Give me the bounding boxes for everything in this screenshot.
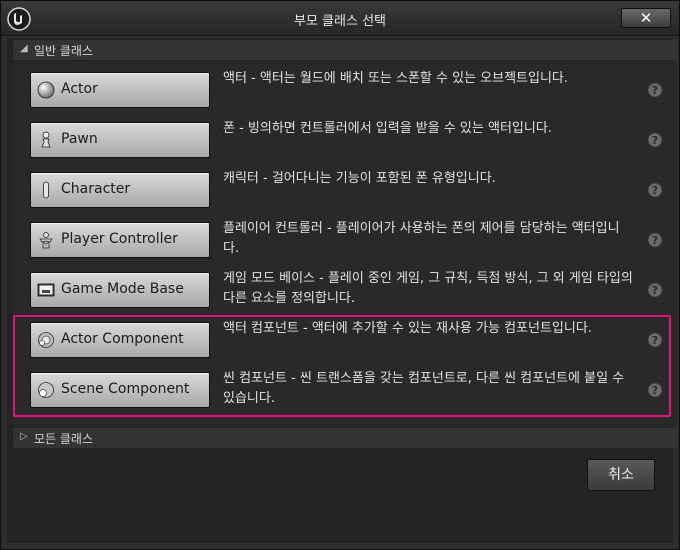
class-row-game-mode-base: Game Mode Base 게임 모드 베이스 - 플레이 중인 게임, 그 …: [13, 264, 677, 314]
class-row-player-controller: Player Controller 플레이어 컨트롤러 - 플레이어가 사용하는…: [13, 214, 677, 264]
window-title: 부모 클래스 선택: [294, 14, 386, 29]
class-row-actor: Actor 액터 - 액터는 월드에 배치 또는 스폰할 수 있는 오브젝트입니…: [13, 64, 677, 114]
svg-text:?: ?: [652, 84, 658, 97]
all-classes-header[interactable]: ▷ 모든 클래스: [13, 428, 677, 448]
player-controller-icon: [39, 232, 53, 249]
pawn-button-label: Pawn: [61, 131, 98, 147]
character-description: 캐릭터 - 걸어다니는 기능이 포함된 폰 유형입니다.: [223, 171, 496, 186]
close-icon: ✕: [639, 9, 653, 27]
help-icon[interactable]: ?: [647, 82, 663, 98]
pick-parent-class-dialog: 부모 클래스 선택 ✕ ◢ 일반 클래스 Actor 액터 - 액터는 월드에 …: [0, 0, 680, 550]
dialog-content: ◢ 일반 클래스 Actor 액터 - 액터는 월드에 배치 또는 스폰할 수 …: [7, 38, 677, 543]
game-mode-base-button-label: Game Mode Base: [61, 281, 184, 297]
common-classes-label: 일반 클래스: [34, 44, 94, 58]
cancel-button[interactable]: 취소: [587, 459, 655, 491]
expanded-arrow-icon: ◢: [20, 43, 28, 54]
class-row-pawn: Pawn 폰 - 빙의하면 컨트롤러에서 입력을 받을 수 있는 액터입니다. …: [13, 114, 677, 164]
pawn-description: 폰 - 빙의하면 컨트롤러에서 입력을 받을 수 있는 액터입니다.: [223, 121, 552, 136]
help-icon[interactable]: ?: [647, 132, 663, 148]
game-mode-base-description: 게임 모드 베이스 - 플레이 중인 게임, 그 규칙, 득점 방식, 그 외 …: [223, 271, 633, 306]
game-mode-icon: [37, 283, 55, 297]
common-classes-header[interactable]: ◢ 일반 클래스: [13, 40, 677, 60]
actor-button[interactable]: Actor: [30, 72, 210, 108]
highlight-box: [13, 315, 671, 417]
character-button[interactable]: Character: [30, 172, 210, 208]
actor-sphere-icon: [37, 81, 55, 99]
actor-description: 액터 - 액터는 월드에 배치 또는 스폰할 수 있는 오브젝트입니다.: [223, 71, 569, 86]
help-icon[interactable]: ?: [647, 182, 663, 198]
svg-text:?: ?: [652, 284, 658, 297]
svg-text:?: ?: [652, 134, 658, 147]
help-icon[interactable]: ?: [647, 282, 663, 298]
all-classes-label: 모든 클래스: [34, 432, 94, 446]
svg-text:?: ?: [652, 184, 658, 197]
player-controller-button[interactable]: Player Controller: [30, 222, 210, 258]
game-mode-base-button[interactable]: Game Mode Base: [30, 272, 210, 308]
pawn-button[interactable]: Pawn: [30, 122, 210, 158]
close-button[interactable]: ✕: [621, 8, 671, 28]
player-controller-button-label: Player Controller: [61, 231, 178, 247]
player-controller-description: 플레이어 컨트롤러 - 플레이어가 사용하는 폰의 제어를 담당하는 액터입니다…: [223, 221, 620, 256]
help-icon[interactable]: ?: [647, 232, 663, 248]
pawn-icon: [41, 131, 51, 148]
actor-button-label: Actor: [61, 81, 98, 97]
character-button-label: Character: [61, 181, 131, 197]
collapsed-arrow-icon: ▷: [20, 431, 28, 442]
title-bar[interactable]: 부모 클래스 선택 ✕: [1, 1, 679, 36]
svg-text:?: ?: [652, 234, 658, 247]
character-icon: [43, 181, 49, 199]
class-row-character: Character 캐릭터 - 걸어다니는 기능이 포함된 폰 유형입니다. ?: [13, 164, 677, 214]
